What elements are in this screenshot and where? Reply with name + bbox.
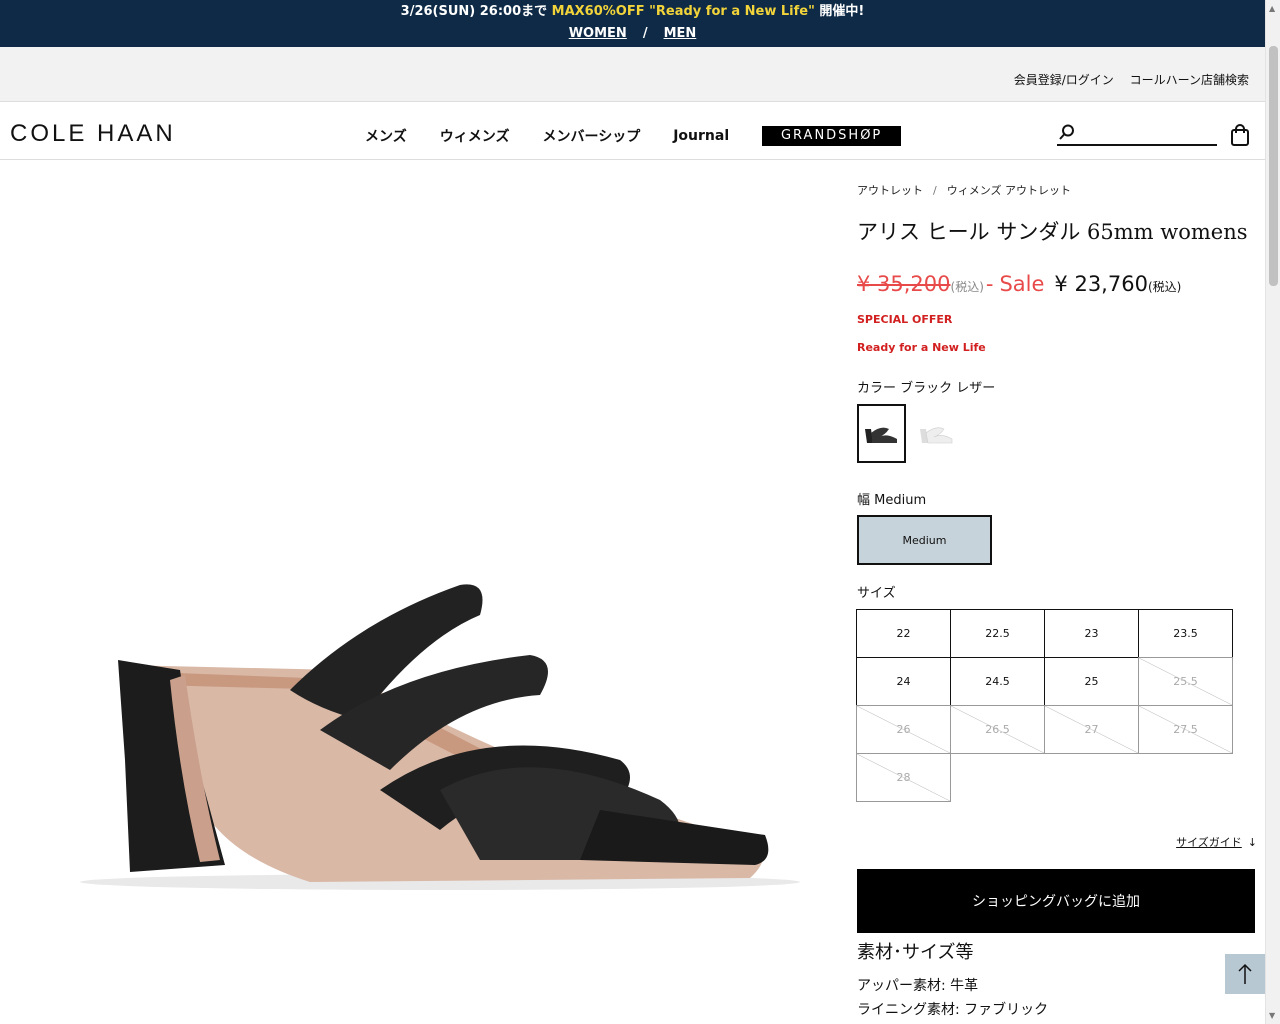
arrow-up-icon (1238, 963, 1252, 984)
scroll-down-icon[interactable]: ▼ (1269, 1011, 1275, 1020)
lining-material: ライニング素材: ファブリック (857, 1002, 1049, 1018)
promo-text: 3/26(SUN) 26:00まで MAX60%OFF "Ready for a… (0, 0, 1265, 18)
size-option[interactable]: 24.5 (950, 657, 1045, 706)
color-label: カラー ブラック レザー (857, 381, 996, 396)
width-option-medium[interactable]: Medium (857, 515, 992, 565)
size-option[interactable]: 22 (856, 609, 951, 658)
search-input[interactable] (1057, 122, 1217, 146)
promo-highlight: MAX60%OFF "Ready for a New Life" (551, 4, 815, 19)
promo-women-link[interactable]: WOMEN (569, 26, 627, 41)
width-label: 幅 Medium (857, 493, 927, 508)
size-option: 27 (1044, 705, 1139, 754)
size-option[interactable]: 25 (1044, 657, 1139, 706)
material-section-title: 素材･サイズ等 (857, 942, 974, 963)
back-to-top-button[interactable] (1225, 954, 1265, 994)
swatch-white-thumbnail (919, 426, 952, 443)
size-option: 26.5 (950, 705, 1045, 754)
campaign-label: Ready for a New Life (857, 341, 986, 354)
promo-men-link[interactable]: MEN (664, 26, 697, 41)
size-option: 26 (856, 705, 951, 754)
store-search-link[interactable]: コールハーン店舗検索 (1130, 73, 1249, 87)
size-guide-label: サイズガイド (1176, 836, 1242, 849)
tax-note: (税込) (950, 280, 984, 294)
arrow-down-icon: ↓ (1247, 836, 1257, 849)
special-offer-label: SPECIAL OFFER (857, 313, 953, 326)
product-title: アリス ヒール サンダル 65mm womens (857, 220, 1248, 244)
search-icon (1059, 124, 1074, 140)
size-option: 25.5 (1138, 657, 1233, 706)
shopping-bag-icon[interactable] (1230, 124, 1250, 146)
promo-suffix: 開催中! (814, 4, 865, 19)
size-grid: 22 22.5 23 23.5 24 24.5 25 25.5 26 26.5 27 27.5 28 (856, 609, 1234, 802)
sale-label: Sale (999, 272, 1045, 296)
breadcrumb-womens-outlet[interactable]: ウィメンズ アウトレット (947, 184, 1071, 197)
size-option: 28 (856, 753, 951, 802)
color-swatches (857, 404, 967, 463)
promo-banner: 3/26(SUN) 26:00まで MAX60%OFF "Ready for a… (0, 0, 1265, 47)
sale-price: ¥ 23,760 (1054, 272, 1148, 296)
size-option[interactable]: 22.5 (950, 609, 1045, 658)
grandshop-link[interactable]: GRANDSHØP (762, 126, 902, 146)
nav-item-womens[interactable]: ウィメンズ (440, 126, 510, 146)
scroll-thumb[interactable] (1269, 46, 1278, 286)
upper-material: アッパー素材: 牛革 (857, 978, 979, 994)
breadcrumb: アウトレット / ウィメンズ アウトレット (857, 182, 1071, 198)
price-block: ¥ 35,200 (税込) - Sale ¥ 23,760 (税込) (857, 272, 1181, 296)
logo[interactable]: COLE HAAN (10, 120, 176, 148)
size-option: 27.5 (1138, 705, 1233, 754)
utility-bar: 会員登録/ログイン コールハーン店舗検索 (0, 47, 1265, 102)
size-guide-link[interactable]: サイズガイド ↓ (1176, 834, 1257, 850)
swatch-black-leather[interactable] (857, 404, 906, 463)
price-dash: - (985, 272, 994, 296)
nav-item-journal[interactable]: Journal (673, 128, 729, 144)
size-label: サイズ (857, 586, 896, 601)
breadcrumb-separator: / (933, 184, 937, 197)
size-option[interactable]: 23.5 (1138, 609, 1233, 658)
product-image (80, 584, 800, 890)
page-scrollbar[interactable]: ▲ ▼ (1265, 0, 1280, 1024)
nav-item-mens[interactable]: メンズ (365, 126, 407, 146)
swatch-white-leather[interactable] (912, 404, 961, 463)
promo-prefix: 3/26(SUN) 26:00まで (400, 4, 552, 19)
main-nav: メンズ ウィメンズ メンバーシップ Journal GRANDSHØP (365, 126, 902, 146)
swatch-black-thumbnail (864, 427, 897, 443)
promo-separator: / (642, 26, 648, 41)
original-price: ¥ 35,200 (857, 272, 951, 296)
size-option[interactable]: 23 (1044, 609, 1139, 658)
tax-note-sale: (税込) (1147, 280, 1182, 294)
breadcrumb-outlet[interactable]: アウトレット (857, 184, 923, 197)
login-link[interactable]: 会員登録/ログイン (1014, 73, 1114, 87)
size-option[interactable]: 24 (856, 657, 951, 706)
nav-item-membership[interactable]: メンバーシップ (542, 126, 640, 146)
site-header: COLE HAAN メンズ ウィメンズ メンバーシップ Journal GRAN… (0, 102, 1265, 160)
scroll-up-icon[interactable]: ▲ (1269, 4, 1275, 13)
add-to-bag-button[interactable]: ショッピングバッグに追加 (857, 869, 1255, 933)
